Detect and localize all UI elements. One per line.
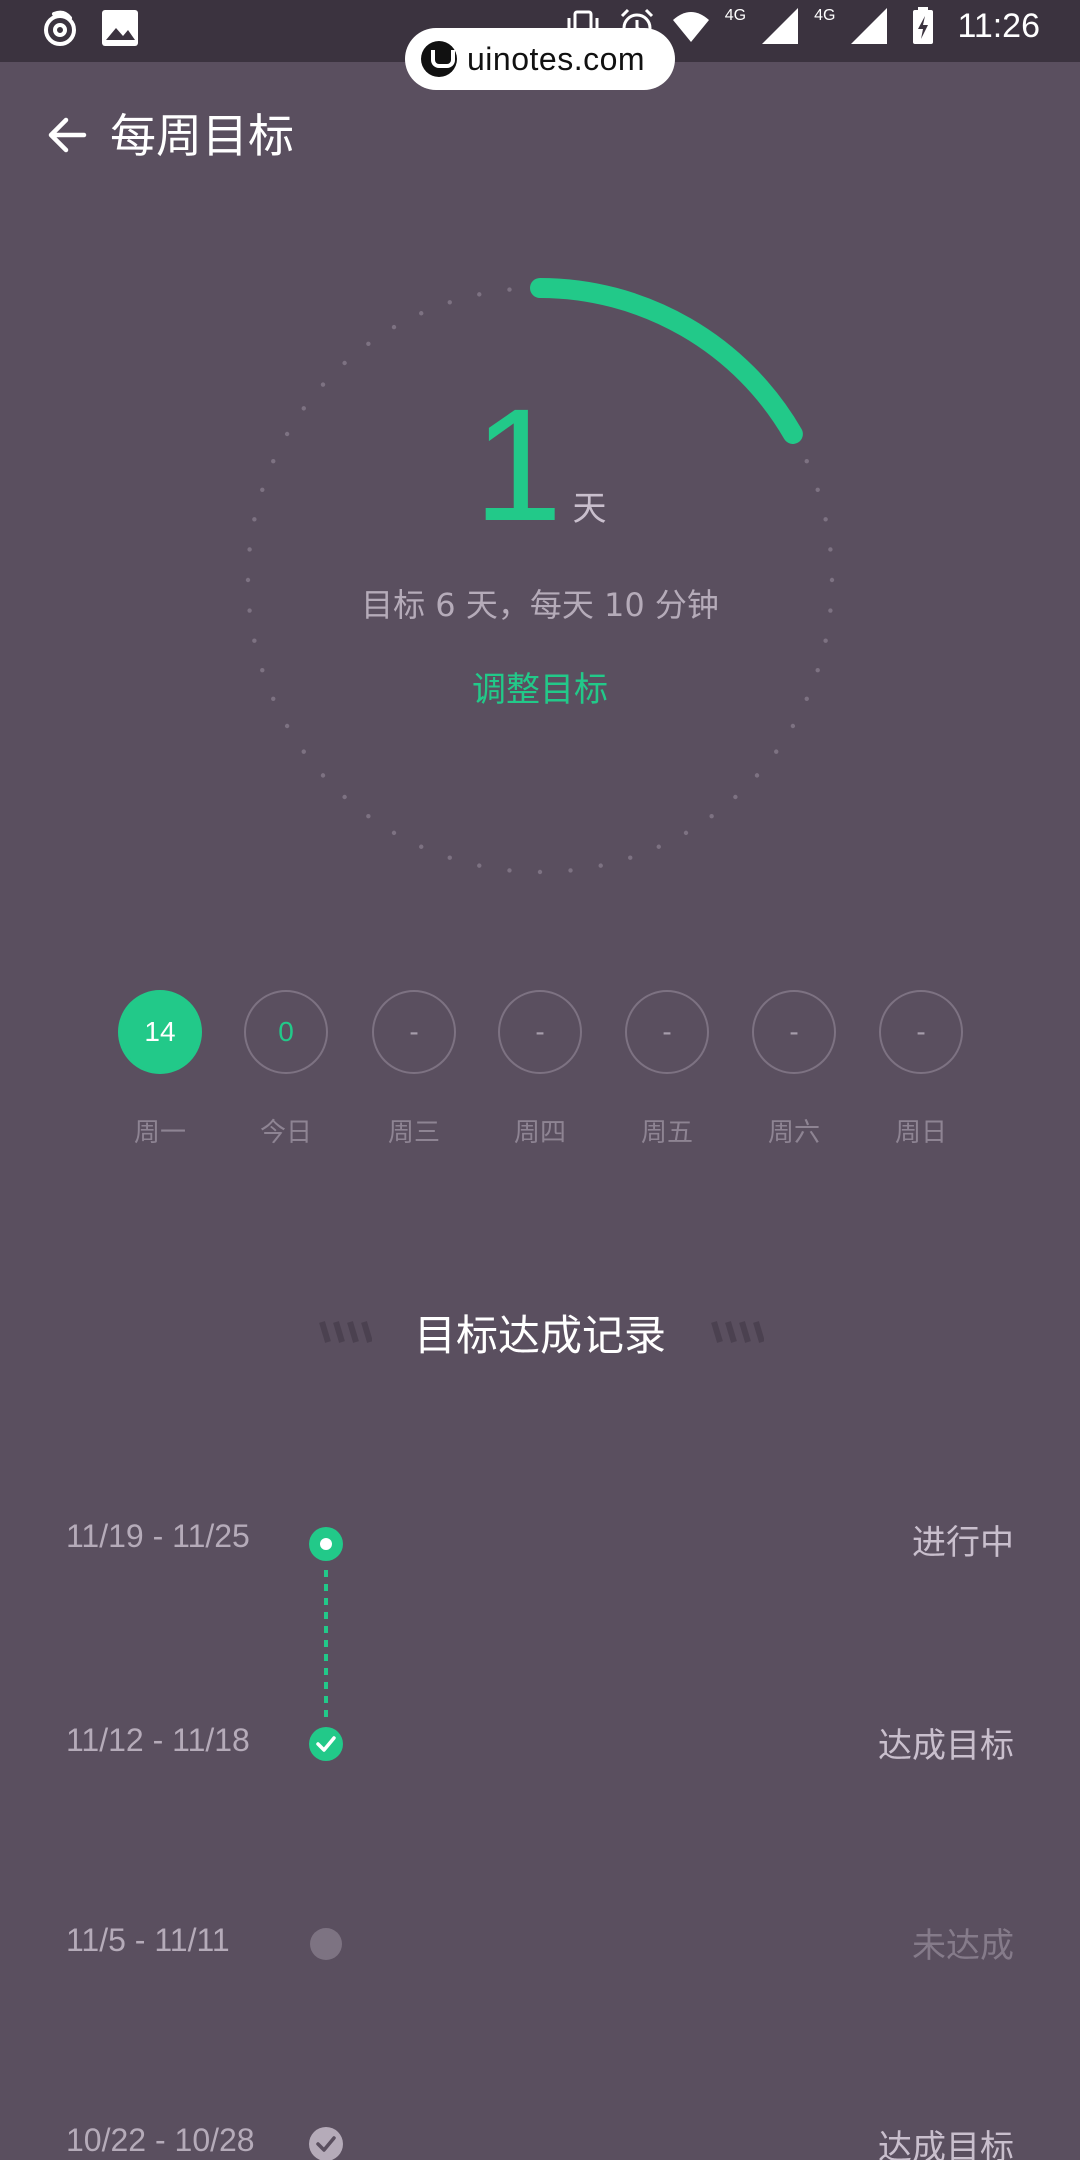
ring-track-dot [419,844,424,849]
day-circle-today[interactable]: 0 [244,990,328,1074]
check-circle-icon [309,1727,343,1761]
day-label-sat: 周六 [767,1118,820,1148]
ring-track-dot [247,547,252,552]
ring-track-dot [391,324,397,330]
ring-track-dot [447,855,452,860]
day-circle-sun[interactable]: - [879,990,963,1074]
record-date-range: 10/22 - 10/28 [66,2122,255,2158]
ring-track-dot [598,863,603,868]
ring-track-dot [419,311,424,316]
ring-track-dot [507,868,512,873]
record-date-range: 11/12 - 11/18 [66,1722,250,1758]
goal-description: 目标 6 天，每天 10 分钟 [361,586,719,624]
day-circle-sat[interactable]: - [752,990,836,1074]
ring-track-dot [391,830,397,836]
weekly-goal-screen: 4G 4G 11:26 uinotes.com 每周目标 1 天 目标 6 天，… [0,0,1080,2160]
day-label-thu: 周四 [513,1118,566,1148]
day-label-fri: 周五 [640,1118,693,1148]
check-circle-gray-icon [309,2127,343,2160]
ring-track-dot [301,749,306,754]
record-status: 达成目标 [878,1726,1014,1766]
day-circle-mon[interactable]: 14 [118,990,202,1074]
day-label-today: 今日 [259,1118,312,1148]
ring-track-dot [790,723,796,729]
ring-track-dot [320,773,326,778]
ring-track-dot [477,292,482,297]
ring-track-dot [507,287,512,292]
ring-track-dot [537,869,543,875]
timeline-connector [324,1570,328,1722]
day-circle-fri[interactable]: - [625,990,709,1074]
ring-track-dot [568,868,573,873]
day-circle-thu[interactable]: - [498,990,582,1074]
ring-track-dot [342,794,347,800]
day-label-mon: 周一 [133,1118,186,1148]
records-title: 目标达成记录 [413,1311,666,1360]
ring-track-dot [709,814,714,819]
ring-track-dot [774,749,779,754]
ring-track-dot [628,855,633,860]
ring-track-dot [366,814,371,819]
progress-unit: 天 [572,490,607,528]
progress-value-row: 1天 [0,385,1080,545]
day-label-wed: 周三 [387,1118,440,1148]
in-progress-dot-icon [309,1527,343,1561]
record-status: 进行中 [912,1523,1014,1563]
ring-track-dot [823,638,828,643]
ring-track-dot [683,830,689,836]
ring-track-dot [447,300,452,305]
record-date-range: 11/5 - 11/11 [66,1922,230,1958]
ring-track-dot [733,794,738,800]
progress-value: 1 [473,375,563,554]
ring-track-dot [252,638,257,643]
ring-track-dot [284,723,290,729]
missed-dot-icon [310,1928,342,1960]
ring-track-dot [342,360,347,366]
record-date-range: 11/19 - 11/25 [66,1518,250,1554]
ring-track-dot [366,341,371,346]
record-status: 未达成 [912,1926,1014,1966]
ring-track-dot [656,844,661,849]
day-label-sun: 周日 [894,1118,947,1148]
record-status: 达成目标 [878,2128,1014,2160]
ring-track-dot [477,863,482,868]
adjust-goal-button[interactable]: 调整目标 [0,662,1080,711]
title-decoration-right-icon [711,1321,764,1343]
day-circle-wed[interactable]: - [372,990,456,1074]
ring-track-dot [754,773,760,778]
ring-track-dot [828,547,833,552]
